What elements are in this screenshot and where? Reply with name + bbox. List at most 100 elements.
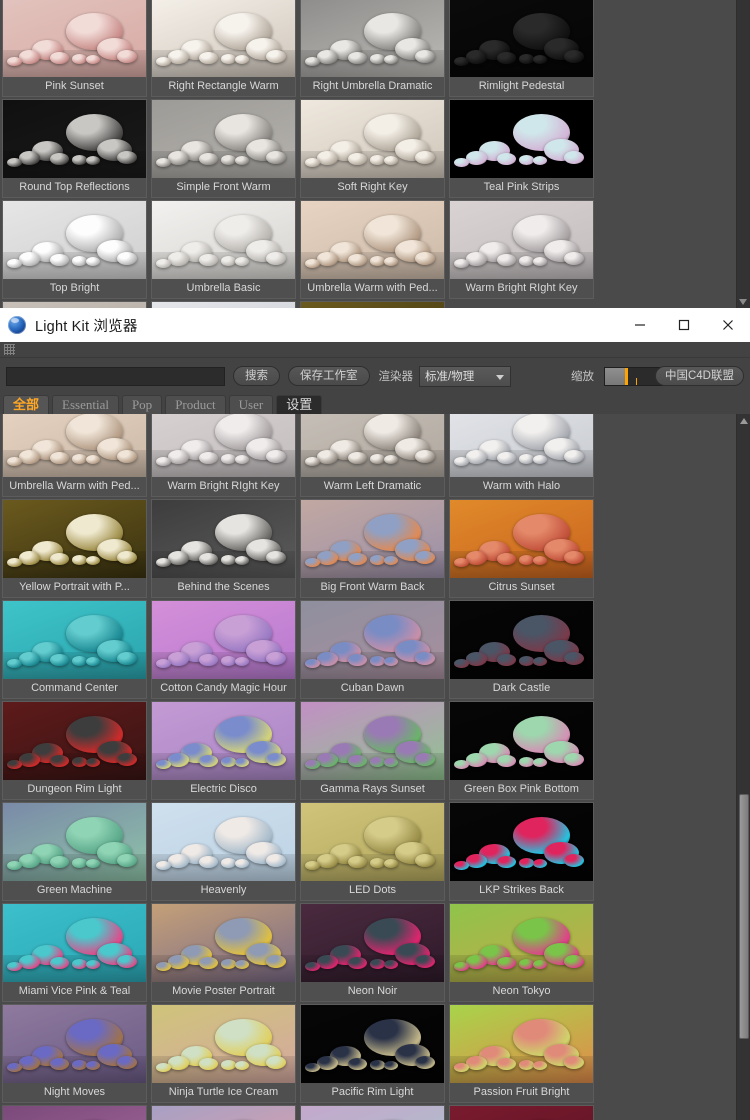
preset-thumbnail[interactable] <box>3 803 146 881</box>
preset-thumbnail[interactable] <box>3 414 146 477</box>
preset-item[interactable]: Miami Vice Pink & Teal <box>2 903 147 1002</box>
zoom-slider-handle[interactable] <box>625 367 628 385</box>
preset-item[interactable]: Neon Tokyo <box>449 903 594 1002</box>
top-preset-item[interactable]: Pink Sunset <box>2 0 147 97</box>
search-button[interactable]: 搜索 <box>233 366 280 386</box>
preset-thumbnail[interactable] <box>152 201 295 279</box>
preset-item[interactable]: Citrus Sunset <box>449 499 594 598</box>
tab-4[interactable]: User <box>228 395 274 414</box>
preset-grid-scrollbar[interactable] <box>736 414 750 1120</box>
preset-thumbnail[interactable] <box>152 500 295 578</box>
preset-thumbnail[interactable] <box>3 702 146 780</box>
top-preset-item[interactable]: Warm with Halo <box>151 301 296 308</box>
preset-thumbnail[interactable] <box>152 1005 295 1083</box>
preset-thumbnail[interactable] <box>152 803 295 881</box>
preset-item[interactable]: Neon Noir <box>300 903 445 1002</box>
preset-item[interactable]: Yellow Portrait with P... <box>2 499 147 598</box>
preset-item[interactable]: Pink Rim <box>449 1105 594 1120</box>
preset-thumbnail[interactable] <box>450 1005 593 1083</box>
preset-thumbnail[interactable] <box>3 500 146 578</box>
renderer-select[interactable]: 标准/物理 <box>419 365 511 387</box>
top-panel-scrollbar[interactable] <box>736 0 750 308</box>
save-studio-button[interactable]: 保存工作室 <box>288 366 370 386</box>
tab-2[interactable]: Pop <box>121 395 163 414</box>
preset-thumbnail[interactable] <box>450 414 593 477</box>
preset-item[interactable]: Warm Bright RIght Key <box>151 414 296 497</box>
scrollbar-thumb[interactable] <box>739 794 749 1039</box>
top-preset-item[interactable]: Teal Pink Strips <box>449 99 594 198</box>
preset-thumbnail[interactable] <box>301 702 444 780</box>
preset-thumbnail[interactable] <box>3 100 146 178</box>
preset-thumbnail[interactable] <box>301 601 444 679</box>
toolbar-drag-handle[interactable] <box>0 342 750 358</box>
preset-thumbnail[interactable] <box>450 100 593 178</box>
preset-item[interactable]: Behind the Scenes <box>151 499 296 598</box>
preset-thumbnail[interactable] <box>450 904 593 982</box>
preset-item[interactable]: Ninja Turtle Ice Cream <box>151 1004 296 1103</box>
top-preset-item[interactable]: Right Umbrella Dramatic <box>300 0 445 97</box>
tab-3[interactable]: Product <box>165 395 226 414</box>
preset-thumbnail[interactable] <box>450 1106 593 1120</box>
top-preset-item[interactable]: Rimlight Pedestal <box>449 0 594 97</box>
top-preset-item[interactable]: Right Rectangle Warm <box>151 0 296 97</box>
preset-item[interactable]: Pastel Nights <box>2 1105 147 1120</box>
preset-thumbnail[interactable] <box>301 414 444 477</box>
tab-0[interactable]: 全部 <box>3 395 50 414</box>
scroll-up-arrow-icon[interactable] <box>740 418 748 424</box>
preset-item[interactable]: Pink & Teal Tyrell <box>151 1105 296 1120</box>
preset-item[interactable]: Dark Castle <box>449 600 594 699</box>
preset-thumbnail[interactable] <box>301 100 444 178</box>
preset-thumbnail[interactable] <box>152 414 295 477</box>
preset-thumbnail[interactable] <box>152 601 295 679</box>
top-preset-item[interactable]: Warm Left Dramatic <box>2 301 147 308</box>
preset-thumbnail[interactable] <box>152 100 295 178</box>
preset-item[interactable]: Green Box Pink Bottom <box>449 701 594 800</box>
preset-thumbnail[interactable] <box>301 0 444 77</box>
preset-thumbnail[interactable] <box>450 803 593 881</box>
preset-item[interactable]: Big Front Warm Back <box>300 499 445 598</box>
preset-thumbnail[interactable] <box>3 0 146 77</box>
top-preset-item[interactable]: Umbrella Warm with Ped... <box>300 200 445 299</box>
preset-thumbnail[interactable] <box>152 904 295 982</box>
preset-item[interactable]: Cotton Candy Magic Hour <box>151 600 296 699</box>
top-preset-item[interactable]: Round Top Reflections <box>2 99 147 198</box>
preset-item[interactable]: Electric Disco <box>151 701 296 800</box>
preset-item[interactable]: Heavenly <box>151 802 296 901</box>
tab-5[interactable]: 设置 <box>276 395 323 414</box>
preset-item[interactable]: Warm Left Dramatic <box>300 414 445 497</box>
preset-item[interactable]: Warm with Halo <box>449 414 594 497</box>
top-preset-item[interactable]: Yellow Portrait with P... <box>300 301 445 308</box>
brand-button[interactable]: 中国C4D联盟 <box>654 366 744 386</box>
preset-item[interactable]: Pink Green Neon <box>300 1105 445 1120</box>
top-preset-item[interactable]: Soft Right Key <box>300 99 445 198</box>
preset-item[interactable]: Green Machine <box>2 802 147 901</box>
preset-item[interactable]: Cuban Dawn <box>300 600 445 699</box>
preset-item[interactable]: Night Moves <box>2 1004 147 1103</box>
top-preset-item[interactable]: Top Bright <box>2 200 147 299</box>
preset-thumbnail[interactable] <box>152 1106 295 1120</box>
close-button[interactable] <box>706 308 750 342</box>
preset-thumbnail[interactable] <box>3 904 146 982</box>
preset-thumbnail[interactable] <box>3 601 146 679</box>
top-preset-item[interactable]: Simple Front Warm <box>151 99 296 198</box>
preset-item[interactable]: Pacific Rim Light <box>300 1004 445 1103</box>
preset-thumbnail[interactable] <box>301 201 444 279</box>
preset-item[interactable]: LKP Strikes Back <box>449 802 594 901</box>
top-preset-item[interactable]: Umbrella Basic <box>151 200 296 299</box>
preset-item[interactable]: LED Dots <box>300 802 445 901</box>
preset-item[interactable]: Umbrella Warm with Ped... <box>2 414 147 497</box>
preset-item[interactable]: Gamma Rays Sunset <box>300 701 445 800</box>
preset-thumbnail[interactable] <box>152 0 295 77</box>
preset-thumbnail[interactable] <box>3 201 146 279</box>
preset-thumbnail[interactable] <box>301 904 444 982</box>
preset-thumbnail[interactable] <box>450 201 593 279</box>
preset-item[interactable]: Movie Poster Portrait <box>151 903 296 1002</box>
preset-thumbnail[interactable] <box>152 702 295 780</box>
preset-thumbnail[interactable] <box>301 803 444 881</box>
preset-thumbnail[interactable] <box>450 0 593 77</box>
preset-item[interactable]: Command Center <box>2 600 147 699</box>
preset-thumbnail[interactable] <box>450 702 593 780</box>
preset-thumbnail[interactable] <box>301 1005 444 1083</box>
minimize-button[interactable] <box>618 308 662 342</box>
search-input[interactable] <box>6 366 225 386</box>
